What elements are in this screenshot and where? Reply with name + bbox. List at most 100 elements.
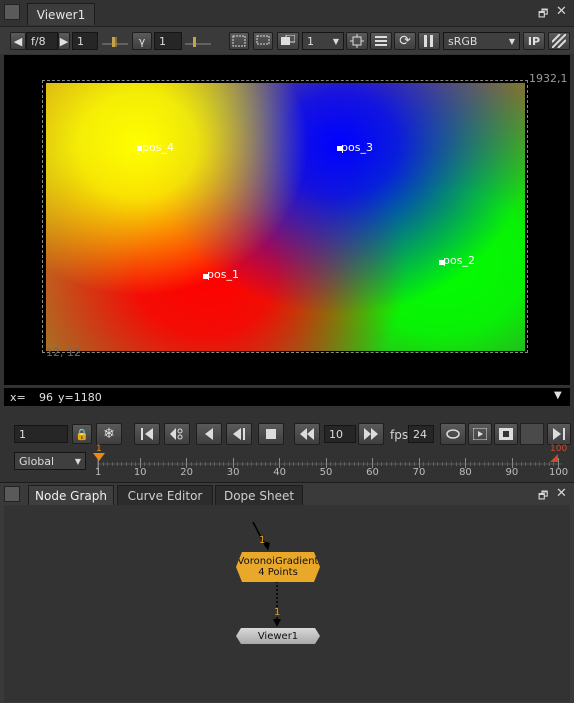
timeline-minor-tick — [404, 462, 406, 466]
tab-curve-editor-label: Curve Editor — [127, 488, 203, 503]
timeline-minor-tick — [348, 462, 350, 466]
timeline-tick-label: 1 — [95, 467, 102, 478]
viewer-tab[interactable]: Viewer1 — [27, 3, 95, 25]
timeline-minor-tick — [153, 462, 155, 466]
fps-field[interactable]: 24 — [408, 425, 434, 443]
skip-back-button[interactable] — [294, 423, 320, 445]
timeline-tick-label: 20 — [180, 467, 194, 478]
roi-button[interactable] — [229, 32, 249, 50]
step-back-button[interactable] — [196, 423, 222, 445]
viewer-input-label: 1 — [274, 607, 281, 618]
safe-area-button[interactable] — [346, 32, 368, 50]
timeline-minor-tick — [353, 462, 355, 466]
viewer-tab-label: Viewer1 — [36, 7, 86, 22]
close-panel-icon[interactable]: ✕ — [556, 486, 567, 501]
timeline-minor-tick — [390, 462, 392, 466]
fstop-field[interactable]: f/8 — [26, 32, 58, 50]
blank-button[interactable] — [520, 423, 544, 445]
timeline-tick-label: 40 — [273, 467, 286, 478]
voronoi-input-label: 1 — [259, 535, 266, 546]
capture-icon[interactable] — [494, 423, 518, 445]
timeline-minor-tick — [427, 462, 429, 466]
prev-keyframe-button[interactable] — [164, 423, 190, 445]
viewer-node[interactable]: Viewer1 — [236, 628, 320, 644]
stripes-icon[interactable] — [548, 32, 570, 50]
out-marker-icon[interactable] — [550, 454, 558, 462]
voronoi-node-subtitle: 4 Points — [258, 567, 298, 578]
timeline-minor-tick — [135, 462, 137, 466]
first-frame-button[interactable] — [134, 423, 160, 445]
timeline-minor-tick — [506, 462, 508, 466]
refresh-icon[interactable]: ⟳ — [394, 32, 416, 50]
timeline-minor-tick — [181, 462, 183, 466]
tab-node-graph[interactable]: Node Graph — [28, 485, 114, 505]
stop-button[interactable] — [258, 423, 284, 445]
timeline-minor-tick — [451, 462, 453, 466]
timeline-minor-tick — [539, 462, 541, 466]
tab-dope-sheet[interactable]: Dope Sheet — [215, 485, 303, 505]
tab-curve-editor[interactable]: Curve Editor — [117, 485, 213, 505]
timeline-minor-tick — [293, 462, 295, 466]
fstop-decrement-button[interactable]: ◀ — [10, 32, 26, 50]
proxy-button[interactable] — [253, 32, 273, 50]
float-panel-icon[interactable]: 🗗 — [538, 5, 548, 24]
timeline-minor-tick — [321, 462, 323, 466]
timeline-minor-tick — [502, 462, 504, 466]
skip-increment-field[interactable]: 10 — [324, 425, 356, 443]
timeline-minor-tick — [413, 462, 415, 466]
gamma-slider[interactable] — [185, 33, 211, 51]
tab-dope-sheet-label: Dope Sheet — [223, 488, 295, 503]
exposure-slider[interactable] — [102, 33, 128, 51]
skip-forward-button[interactable] — [358, 423, 384, 445]
flipbook-icon[interactable] — [468, 423, 492, 445]
info-y-label: y=1180 — [58, 391, 102, 404]
timeline-minor-tick — [432, 462, 434, 466]
timeline-minor-tick — [237, 462, 239, 466]
fstop-increment-button[interactable]: ▶ — [58, 32, 70, 50]
chevron-down-icon: ▼ — [508, 36, 515, 46]
timeline-minor-tick — [144, 462, 146, 466]
ip-button[interactable]: IP — [523, 32, 545, 50]
fps-label: fps — [390, 428, 409, 442]
timeline-minor-tick — [149, 462, 151, 466]
range-mode-value: Global — [19, 454, 55, 468]
colorspace-dropdown[interactable]: sRGB ▼ — [443, 32, 520, 50]
loop-icon[interactable] — [440, 423, 466, 445]
wipe-button[interactable] — [277, 32, 299, 50]
lock-icon[interactable]: 🔒 — [72, 424, 92, 444]
current-frame-field[interactable]: 1 — [14, 425, 68, 443]
voronoi-gradient-image — [46, 83, 525, 351]
timeline-ruler[interactable]: 1 10 20 30 40 50 60 70 80 90 100 1 100 — [92, 444, 570, 480]
panel-menu-icon[interactable] — [4, 486, 20, 502]
voronoi-gradient-node[interactable]: VoronoiGradient 4 Points — [236, 552, 320, 582]
next-frame-button[interactable] — [547, 423, 571, 445]
timeline-minor-tick — [246, 462, 248, 466]
info-x-value: 96 — [39, 391, 53, 404]
float-panel-icon[interactable]: 🗗 — [538, 487, 548, 506]
overlay-list-button[interactable] — [370, 32, 392, 50]
timeline-tick-label: 50 — [319, 467, 333, 478]
panel-menu-icon[interactable] — [4, 4, 20, 20]
timeline-minor-tick — [111, 462, 113, 466]
gamma-button[interactable]: γ — [132, 32, 152, 50]
node-graph-canvas[interactable]: 1 VoronoiGradient 4 Points 1 Viewer1 — [4, 505, 570, 702]
timeline-minor-tick — [200, 462, 202, 466]
timeline-minor-tick — [395, 462, 397, 466]
timeline-minor-tick — [176, 462, 178, 466]
timeline-tick-label: 70 — [412, 467, 426, 478]
timeline-minor-tick — [302, 462, 304, 466]
info-expand-icon[interactable]: ▼ — [554, 390, 562, 401]
ip-label: IP — [527, 34, 541, 48]
viewer-canvas[interactable]: pos_4 pos_3 pos_1 pos_2 1932,1 12, 12 — [4, 55, 570, 385]
in-marker-icon[interactable] — [93, 453, 105, 461]
snowflake-icon[interactable]: ❄ — [96, 423, 122, 445]
timeline-minor-tick — [125, 462, 127, 466]
gamma-field[interactable]: 1 — [154, 32, 182, 50]
close-panel-icon[interactable]: ✕ — [556, 4, 567, 19]
play-backward-button[interactable] — [226, 423, 252, 445]
range-mode-dropdown[interactable]: Global ▼ — [14, 452, 86, 470]
downscale-dropdown[interactable]: 1 ▼ — [302, 32, 344, 50]
frame-step-field[interactable]: 1 — [72, 32, 98, 50]
pause-icon[interactable] — [418, 32, 440, 50]
timeline-minor-tick — [274, 462, 276, 466]
